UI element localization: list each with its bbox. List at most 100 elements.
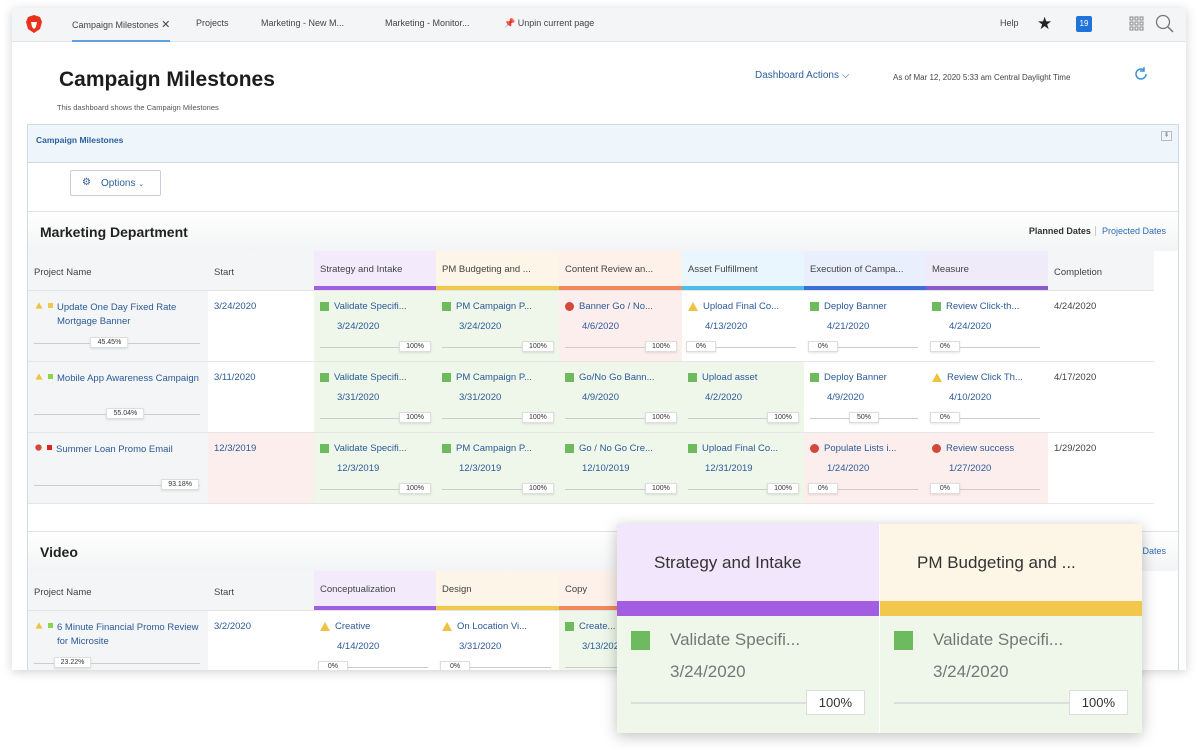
close-icon[interactable]: ✕ <box>161 19 170 31</box>
task-link[interactable]: Upload Final Co... <box>703 301 779 312</box>
task-link[interactable]: Validate Specifi... <box>334 443 407 454</box>
task-link[interactable]: PM Campaign P... <box>456 443 532 454</box>
milestone-cell[interactable]: Validate Specifi... 3/31/2020 100% <box>314 362 436 433</box>
start-date-cell: 3/24/2020 <box>208 291 314 362</box>
status-on-track-icon <box>810 373 819 382</box>
progress-value: 100% <box>399 483 431 494</box>
column-header[interactable]: PM Budgeting and ... <box>436 251 559 291</box>
column-header[interactable]: Content Review an... <box>559 251 682 291</box>
task-link[interactable]: Creative <box>335 621 370 632</box>
task-link[interactable]: Validate Specifi... <box>334 372 407 383</box>
progress-value: 100% <box>521 341 554 352</box>
column-header[interactable]: Project Name <box>28 251 208 291</box>
milestone-cell[interactable]: Go/No Go Bann... 4/9/2020 100% <box>559 362 682 433</box>
project-link[interactable]: Mobile App Awareness Campaign <box>57 372 199 386</box>
task-link[interactable]: On Location Vi... <box>457 621 527 632</box>
milestone-cell[interactable]: Review success 1/27/2020 0% <box>926 433 1048 504</box>
task-link[interactable]: Upload Final Co... <box>702 443 778 454</box>
milestone-cell[interactable]: PM Campaign P... 3/31/2020 100% <box>436 362 559 433</box>
column-header[interactable]: Measure <box>926 251 1048 291</box>
refresh-icon[interactable] <box>1133 66 1149 82</box>
collapse-icon[interactable]: ⇞ <box>1161 131 1172 141</box>
callout-milestone: Validate Specifi... 3/24/2020 <box>880 616 1142 733</box>
column-label: Copy <box>565 584 588 595</box>
task: Go/No Go Bann... <box>565 372 676 383</box>
task-link[interactable]: Go/No Go Bann... <box>579 372 655 383</box>
column-header[interactable]: Completion <box>1048 251 1154 291</box>
search-icon[interactable] <box>1155 14 1175 34</box>
task-link[interactable]: Deploy Banner <box>824 301 887 312</box>
status-on-track-icon <box>810 302 819 311</box>
milestone-cell[interactable]: Deploy Banner 4/9/2020 50% <box>804 362 926 433</box>
help-link[interactable]: Help <box>1000 18 1019 28</box>
task-name[interactable]: Validate Specifi... <box>933 630 1063 650</box>
column-header[interactable]: Asset Fulfillment <box>682 251 804 291</box>
milestone-cell[interactable]: Creative 4/14/2020 0% <box>314 611 436 670</box>
milestone-cell[interactable]: Upload Final Co... 4/13/2020 0% <box>682 291 804 362</box>
milestone-cell[interactable]: Review Click Th... 4/10/2020 0% <box>926 362 1048 433</box>
project-name-cell: Summer Loan Promo Email 93.18% <box>28 433 208 504</box>
progress-value: 100% <box>805 690 865 715</box>
status-on-track-icon <box>442 373 451 382</box>
progress-bar: 100% <box>320 483 431 495</box>
task-link[interactable]: Go / No Go Cre... <box>579 443 653 454</box>
column-header[interactable]: Conceptualization <box>314 571 436 611</box>
apps-grid-icon[interactable] <box>1129 16 1145 32</box>
task-date: 1/27/2020 <box>949 463 992 474</box>
planned-dates-tab[interactable]: Planned Dates <box>1029 226 1091 236</box>
milestone-cell[interactable]: Upload asset 4/2/2020 100% <box>682 362 804 433</box>
notifications-badge[interactable]: 19 <box>1076 16 1092 32</box>
milestone-cell[interactable]: PM Campaign P... 12/3/2019 100% <box>436 433 559 504</box>
tab-projects[interactable]: Projects <box>196 18 229 28</box>
task-link[interactable]: Validate Specifi... <box>334 301 407 312</box>
status-late-icon <box>565 302 574 311</box>
task-link[interactable]: Banner Go / No... <box>579 301 653 312</box>
milestone-cell[interactable]: Populate Lists i... 1/24/2020 0% <box>804 433 926 504</box>
task-link[interactable]: Create... <box>579 621 615 632</box>
tab-marketing-new[interactable]: Marketing - New M... <box>261 18 344 28</box>
column-header[interactable]: Start <box>208 251 314 291</box>
project-link[interactable]: 6 Minute Financial Promo Review for Micr… <box>57 621 202 649</box>
task-link[interactable]: PM Campaign P... <box>456 372 532 383</box>
milestone-cell[interactable]: On Location Vi... 3/31/2020 0% <box>436 611 559 670</box>
task-link[interactable]: Review success <box>946 443 1014 454</box>
column-header[interactable]: Design <box>436 571 559 611</box>
project-link[interactable]: Update One Day Fixed Rate Mortgage Banne… <box>57 301 202 329</box>
milestone-cell[interactable]: Upload Final Co... 12/31/2019 100% <box>682 433 804 504</box>
projected-dates-tab[interactable]: Projected Dates <box>1094 226 1166 236</box>
milestone-cell[interactable]: Validate Specifi... 3/24/2020 100% <box>314 291 436 362</box>
task-link[interactable]: Upload asset <box>702 372 757 383</box>
column-header[interactable]: Start <box>208 571 314 611</box>
star-icon[interactable]: ★ <box>1037 14 1052 34</box>
column-label: Execution of Campa... <box>810 264 904 275</box>
task-link[interactable]: Deploy Banner <box>824 372 887 383</box>
column-header[interactable]: Project Name <box>28 571 208 611</box>
progress-value: 23.22% <box>53 657 92 668</box>
lion-logo-icon[interactable] <box>24 14 44 34</box>
milestone-cell[interactable]: Review Click-th... 4/24/2020 0% <box>926 291 1048 362</box>
milestone-cell[interactable]: Banner Go / No... 4/6/2020 100% <box>559 291 682 362</box>
task-link[interactable]: Review Click Th... <box>947 372 1023 383</box>
task-date: 4/21/2020 <box>827 321 870 332</box>
dashboard-actions-button[interactable]: Dashboard Actions ⌵ <box>755 70 849 81</box>
tab-campaign-milestones[interactable]: Campaign Milestones ✕ <box>72 18 171 42</box>
task-link[interactable]: PM Campaign P... <box>456 301 532 312</box>
column-header[interactable]: Execution of Campa... <box>804 251 926 291</box>
progress-bar: 100% <box>688 412 799 424</box>
unpin-button[interactable]: 📌 Unpin current page <box>504 18 594 29</box>
task-link[interactable]: Populate Lists i... <box>824 443 896 454</box>
progress-bar: 100% <box>442 341 554 353</box>
column-label: Start <box>214 587 235 598</box>
column-header[interactable]: Strategy and Intake <box>314 251 436 291</box>
status-on-track-icon <box>320 302 329 311</box>
task-link[interactable]: Review Click-th... <box>946 301 1019 312</box>
options-button[interactable]: ⚙ Options ⌄ <box>70 170 161 196</box>
task-name[interactable]: Validate Specifi... <box>670 630 800 650</box>
project-link[interactable]: Summer Loan Promo Email <box>56 443 173 457</box>
progress-value: 45.45% <box>90 337 129 348</box>
tab-marketing-monitor[interactable]: Marketing - Monitor... <box>385 18 470 28</box>
milestone-cell[interactable]: PM Campaign P... 3/24/2020 100% <box>436 291 559 362</box>
milestone-cell[interactable]: Deploy Banner 4/21/2020 0% <box>804 291 926 362</box>
milestone-cell[interactable]: Go / No Go Cre... 12/10/2019 100% <box>559 433 682 504</box>
milestone-cell[interactable]: Validate Specifi... 12/3/2019 100% <box>314 433 436 504</box>
